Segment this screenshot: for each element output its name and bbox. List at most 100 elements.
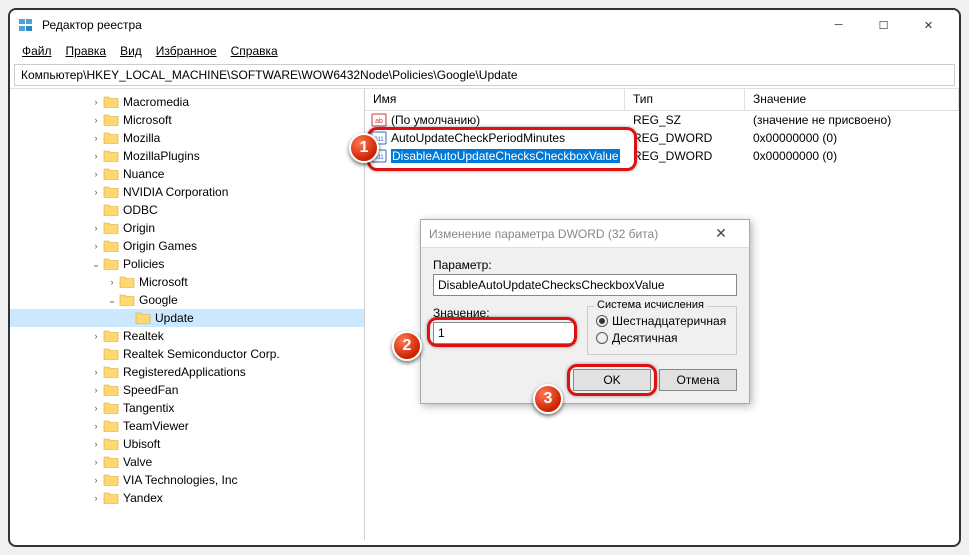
window-title: Редактор реестра: [42, 18, 816, 32]
expand-icon[interactable]: ⌄: [90, 258, 102, 270]
svg-text:ab: ab: [375, 118, 383, 125]
expand-icon[interactable]: ›: [90, 168, 102, 180]
tree-item-label: Microsoft: [123, 113, 172, 127]
tree-item-label: MozillaPlugins: [123, 149, 200, 163]
tree-item-label: Macromedia: [123, 95, 189, 109]
tree-item[interactable]: › Origin: [10, 219, 364, 237]
expand-icon[interactable]: ›: [90, 222, 102, 234]
expand-icon[interactable]: ›: [90, 438, 102, 450]
col-header-value[interactable]: Значение: [745, 89, 959, 110]
tree-item[interactable]: › Microsoft: [10, 273, 364, 291]
dialog-close-button[interactable]: ✕: [701, 225, 741, 242]
expand-icon[interactable]: ›: [90, 96, 102, 108]
expand-icon[interactable]: ›: [90, 384, 102, 396]
param-name-input[interactable]: [433, 274, 737, 296]
param-label: Параметр:: [433, 258, 737, 272]
app-icon: [18, 17, 34, 33]
title-bar: Редактор реестра ─ ☐ ✕: [10, 10, 959, 40]
tree-item[interactable]: › NVIDIA Corporation: [10, 183, 364, 201]
tree-item-label: Nuance: [123, 167, 164, 181]
tree-item-label: Microsoft: [139, 275, 188, 289]
tree-item[interactable]: › Origin Games: [10, 237, 364, 255]
tree-item-label: Google: [139, 293, 178, 307]
tree-item-label: Tangentix: [123, 401, 174, 415]
radix-hex-radio[interactable]: Шестнадцатеричная: [596, 314, 728, 328]
expand-icon[interactable]: ›: [90, 492, 102, 504]
tree-item-label: Realtek Semiconductor Corp.: [123, 347, 280, 361]
tree-item-label: RegisteredApplications: [123, 365, 246, 379]
expand-icon[interactable]: ›: [90, 150, 102, 162]
tree-item[interactable]: ›VIA Technologies, Inc: [10, 471, 364, 489]
tree-item-label: Ubisoft: [123, 437, 160, 451]
col-header-type[interactable]: Тип: [625, 89, 745, 110]
close-button[interactable]: ✕: [906, 11, 951, 39]
expand-icon[interactable]: ›: [90, 456, 102, 468]
tree-item[interactable]: › Nuance: [10, 165, 364, 183]
tree-item-label: Origin Games: [123, 239, 197, 253]
expand-icon[interactable]: ›: [90, 186, 102, 198]
registry-editor-window: Редактор реестра ─ ☐ ✕ Файл Правка Вид И…: [8, 8, 961, 547]
expand-icon[interactable]: ›: [90, 330, 102, 342]
expand-icon[interactable]: ›: [90, 114, 102, 126]
col-header-name[interactable]: Имя: [365, 89, 625, 110]
tree-item[interactable]: › TeamViewer: [10, 417, 364, 435]
maximize-button[interactable]: ☐: [861, 11, 906, 39]
tree-item[interactable]: › Tangentix: [10, 399, 364, 417]
expand-icon[interactable]: ›: [106, 276, 118, 288]
cancel-button[interactable]: Отмена: [659, 369, 737, 391]
expand-icon[interactable]: ›: [90, 420, 102, 432]
menu-view[interactable]: Вид: [114, 42, 148, 60]
expand-icon[interactable]: [90, 348, 102, 360]
tree-item[interactable]: › Mozilla: [10, 129, 364, 147]
menu-file[interactable]: Файл: [16, 42, 58, 60]
radio-icon: [596, 332, 608, 344]
expand-icon[interactable]: ›: [90, 474, 102, 486]
annotation-badge-2: 2: [392, 331, 422, 361]
list-header: Имя Тип Значение: [365, 89, 959, 111]
tree-item-label: ODBC: [123, 203, 158, 217]
tree-item-label: Mozilla: [123, 131, 160, 145]
tree-item[interactable]: Update: [10, 309, 364, 327]
expand-icon[interactable]: ⌄: [106, 294, 118, 306]
tree-pane[interactable]: › Macromedia › Microsoft › Mozilla › MozillaPlu…: [10, 88, 365, 540]
expand-icon[interactable]: ›: [90, 402, 102, 414]
annotation-box-2: [427, 317, 577, 347]
expand-icon[interactable]: [122, 312, 134, 324]
tree-item-label: Origin: [123, 221, 155, 235]
tree-item[interactable]: ODBC: [10, 201, 364, 219]
tree-item-label: Valve: [123, 455, 152, 469]
address-bar[interactable]: Компьютер\HKEY_LOCAL_MACHINE\SOFTWARE\WO…: [14, 64, 955, 86]
tree-item[interactable]: ⌄ Google: [10, 291, 364, 309]
minimize-button[interactable]: ─: [816, 11, 861, 39]
value-list-pane: Имя Тип Значение ab(По умолчанию)REG_SZ(…: [365, 88, 959, 540]
tree-item-label: SpeedFan: [123, 383, 178, 397]
annotation-badge-1: 1: [349, 133, 379, 163]
annotation-box-1: [367, 127, 637, 171]
tree-item[interactable]: › Macromedia: [10, 93, 364, 111]
radix-dec-radio[interactable]: Десятичная: [596, 331, 728, 345]
expand-icon[interactable]: [90, 204, 102, 216]
tree-item[interactable]: ⌄Policies: [10, 255, 364, 273]
tree-item[interactable]: › Microsoft: [10, 111, 364, 129]
menu-bar: Файл Правка Вид Избранное Справка: [10, 40, 959, 62]
tree-item-label: Update: [155, 311, 194, 325]
menu-favorites[interactable]: Избранное: [150, 42, 223, 60]
radix-groupbox: Система исчисления Шестнадцатеричная Дес…: [587, 306, 737, 355]
tree-item-label: TeamViewer: [123, 419, 189, 433]
dialog-title-bar: Изменение параметра DWORD (32 бита) ✕: [421, 220, 749, 248]
tree-item-label: Realtek: [123, 329, 164, 343]
tree-item-label: NVIDIA Corporation: [123, 185, 228, 199]
tree-item[interactable]: › SpeedFan: [10, 381, 364, 399]
tree-item[interactable]: › RegisteredApplications: [10, 363, 364, 381]
menu-edit[interactable]: Правка: [60, 42, 113, 60]
menu-help[interactable]: Справка: [225, 42, 284, 60]
tree-item[interactable]: › Ubisoft: [10, 435, 364, 453]
tree-item[interactable]: › Valve: [10, 453, 364, 471]
expand-icon[interactable]: ›: [90, 240, 102, 252]
tree-item[interactable]: › Realtek: [10, 327, 364, 345]
expand-icon[interactable]: ›: [90, 366, 102, 378]
tree-item[interactable]: › MozillaPlugins: [10, 147, 364, 165]
tree-item[interactable]: Realtek Semiconductor Corp.: [10, 345, 364, 363]
expand-icon[interactable]: ›: [90, 132, 102, 144]
tree-item[interactable]: ›Yandex: [10, 489, 364, 507]
